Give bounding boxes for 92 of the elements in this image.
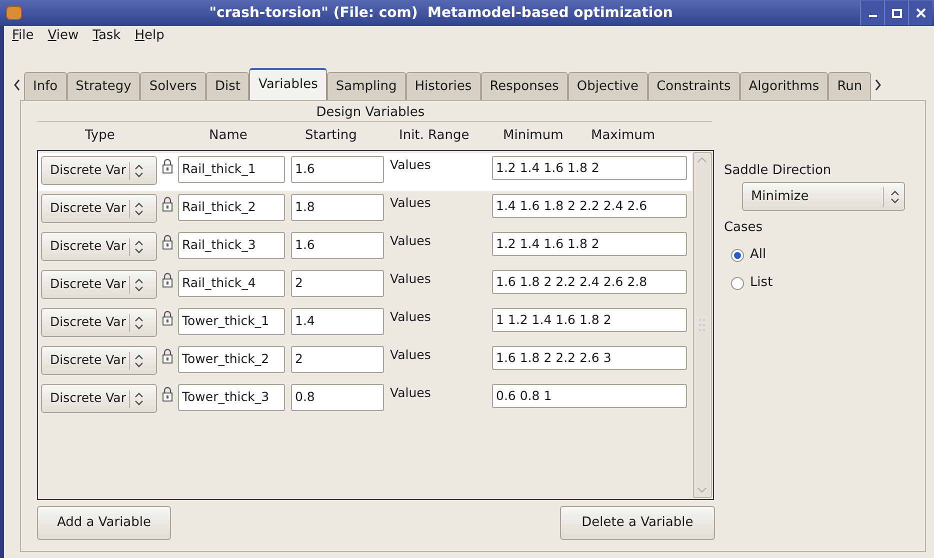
column-header: Init. Range bbox=[398, 127, 470, 146]
add-button[interactable]: Add a Variable bbox=[37, 506, 171, 540]
range-label: Values bbox=[390, 346, 432, 364]
padlock-icon bbox=[162, 234, 173, 250]
values-field[interactable]: 1 1.2 1.4 1.6 1.8 2 bbox=[492, 308, 687, 332]
starting-field[interactable]: 2 bbox=[291, 270, 384, 297]
tab[interactable]: Solvers bbox=[140, 72, 206, 100]
padlock-icon bbox=[162, 196, 173, 212]
tab[interactable]: Histories bbox=[406, 72, 481, 100]
group-label: Cases bbox=[724, 219, 764, 236]
values-field[interactable]: 1.2 1.4 1.6 1.8 2 bbox=[492, 156, 687, 180]
name-field[interactable]: Rail_thick_1 bbox=[178, 156, 285, 183]
type-dropdown[interactable]: Discrete Var bbox=[41, 308, 157, 337]
name-field[interactable]: Rail_thick_3 bbox=[178, 232, 285, 259]
up-down-arrows-icon bbox=[134, 202, 144, 216]
column-header: Minimum bbox=[502, 127, 564, 146]
type-dropdown[interactable]: Discrete Var bbox=[41, 156, 157, 185]
name-field[interactable]: Tower_thick_1 bbox=[178, 308, 285, 335]
tab[interactable]: Run bbox=[828, 72, 872, 100]
column-header: Type bbox=[84, 127, 116, 146]
minimize-icon bbox=[868, 15, 876, 17]
range-label: Values bbox=[390, 384, 432, 402]
starting-field[interactable]: 1.6 bbox=[291, 156, 384, 183]
tab[interactable]: Variables bbox=[249, 68, 327, 100]
range-label: Values bbox=[390, 232, 432, 250]
values-field[interactable]: 1.4 1.6 1.8 2 2.2 2.4 2.6 bbox=[492, 194, 687, 218]
up-down-arrows-icon bbox=[134, 392, 144, 406]
name-field[interactable]: Rail_thick_4 bbox=[178, 270, 285, 297]
menu-item[interactable]: File bbox=[6, 26, 40, 46]
padlock-icon bbox=[162, 386, 173, 402]
maximize-icon bbox=[892, 8, 902, 18]
minimize-button[interactable] bbox=[860, 1, 884, 25]
values-field[interactable]: 1.2 1.4 1.6 1.8 2 bbox=[492, 232, 687, 256]
padlock-icon bbox=[162, 348, 173, 364]
window-title: "crash-torsion" (File: com) Metamodel-based optimization bbox=[208, 4, 674, 22]
direction-dropdown[interactable]: Minimize bbox=[742, 182, 905, 211]
table-row[interactable]: Discrete Var Rail_thick_1 1.6 Values 1.2 1.4 1.6 1.8 2 bbox=[38, 153, 692, 191]
values-field[interactable]: 1.6 1.8 2 2.2 2.4 2.6 2.8 bbox=[492, 270, 687, 294]
up-down-arrows-icon bbox=[134, 354, 144, 368]
name-field[interactable]: Tower_thick_2 bbox=[178, 346, 285, 373]
padlock-icon bbox=[162, 158, 173, 174]
delete-button[interactable]: Delete a Variable bbox=[560, 506, 715, 540]
tab[interactable]: Info bbox=[24, 72, 67, 100]
tab[interactable]: Responses bbox=[480, 72, 568, 100]
type-dropdown[interactable]: Discrete Var bbox=[41, 232, 157, 261]
column-header: Name bbox=[208, 127, 248, 146]
padlock-icon bbox=[162, 272, 173, 288]
tab[interactable]: Algorithms bbox=[740, 72, 828, 100]
starting-field[interactable]: 1.8 bbox=[291, 194, 384, 221]
radio-label: List bbox=[750, 274, 773, 292]
type-dropdown[interactable]: Discrete Var bbox=[41, 346, 157, 375]
close-icon bbox=[916, 8, 926, 18]
up-down-arrows-icon bbox=[134, 278, 144, 292]
values-field[interactable]: 0.6 0.8 1 bbox=[492, 384, 687, 408]
radio-label: All bbox=[750, 246, 766, 264]
radio-button[interactable] bbox=[730, 248, 744, 262]
section-title: Design Variables bbox=[315, 104, 426, 121]
values-field[interactable]: 1.6 1.8 2 2.2 2.6 3 bbox=[492, 346, 687, 370]
up-down-arrows-icon bbox=[134, 240, 144, 254]
type-dropdown[interactable]: Discrete Var bbox=[41, 270, 157, 299]
tab[interactable]: Constraints bbox=[648, 72, 740, 100]
close-button[interactable] bbox=[908, 1, 932, 25]
menu-item[interactable]: Task bbox=[86, 26, 127, 46]
up-down-arrows-icon bbox=[890, 190, 900, 204]
starting-field[interactable]: 1.4 bbox=[291, 308, 384, 335]
type-dropdown[interactable]: Discrete Var bbox=[41, 194, 157, 223]
up-down-arrows-icon bbox=[134, 164, 144, 178]
range-label: Values bbox=[390, 270, 432, 288]
radio-button[interactable] bbox=[730, 276, 744, 290]
column-header: Maximum bbox=[591, 127, 656, 146]
starting-field[interactable]: 1.6 bbox=[291, 232, 384, 259]
name-field[interactable]: Rail_thick_2 bbox=[178, 194, 285, 221]
up-down-arrows-icon bbox=[134, 316, 144, 330]
padlock-icon bbox=[162, 310, 173, 326]
starting-field[interactable]: 2 bbox=[291, 346, 384, 373]
maximize-button[interactable] bbox=[884, 1, 908, 25]
app-logo-icon bbox=[6, 6, 22, 20]
tab[interactable]: Sampling bbox=[326, 72, 406, 100]
tab[interactable]: Strategy bbox=[66, 72, 140, 100]
grip-icon bbox=[699, 319, 706, 331]
range-label: Values bbox=[390, 156, 432, 174]
field-label: Saddle Direction bbox=[724, 162, 832, 179]
menu-item[interactable]: View bbox=[42, 26, 85, 46]
column-header: Starting bbox=[304, 127, 358, 146]
type-dropdown[interactable]: Discrete Var bbox=[41, 384, 157, 413]
tab[interactable]: Dist bbox=[206, 72, 250, 100]
name-field[interactable]: Tower_thick_3 bbox=[178, 384, 285, 411]
starting-field[interactable]: 0.8 bbox=[291, 384, 384, 411]
range-label: Values bbox=[390, 194, 432, 212]
range-label: Values bbox=[390, 308, 432, 326]
tab[interactable]: Objective bbox=[568, 72, 648, 100]
menu-item[interactable]: Help bbox=[128, 26, 170, 46]
